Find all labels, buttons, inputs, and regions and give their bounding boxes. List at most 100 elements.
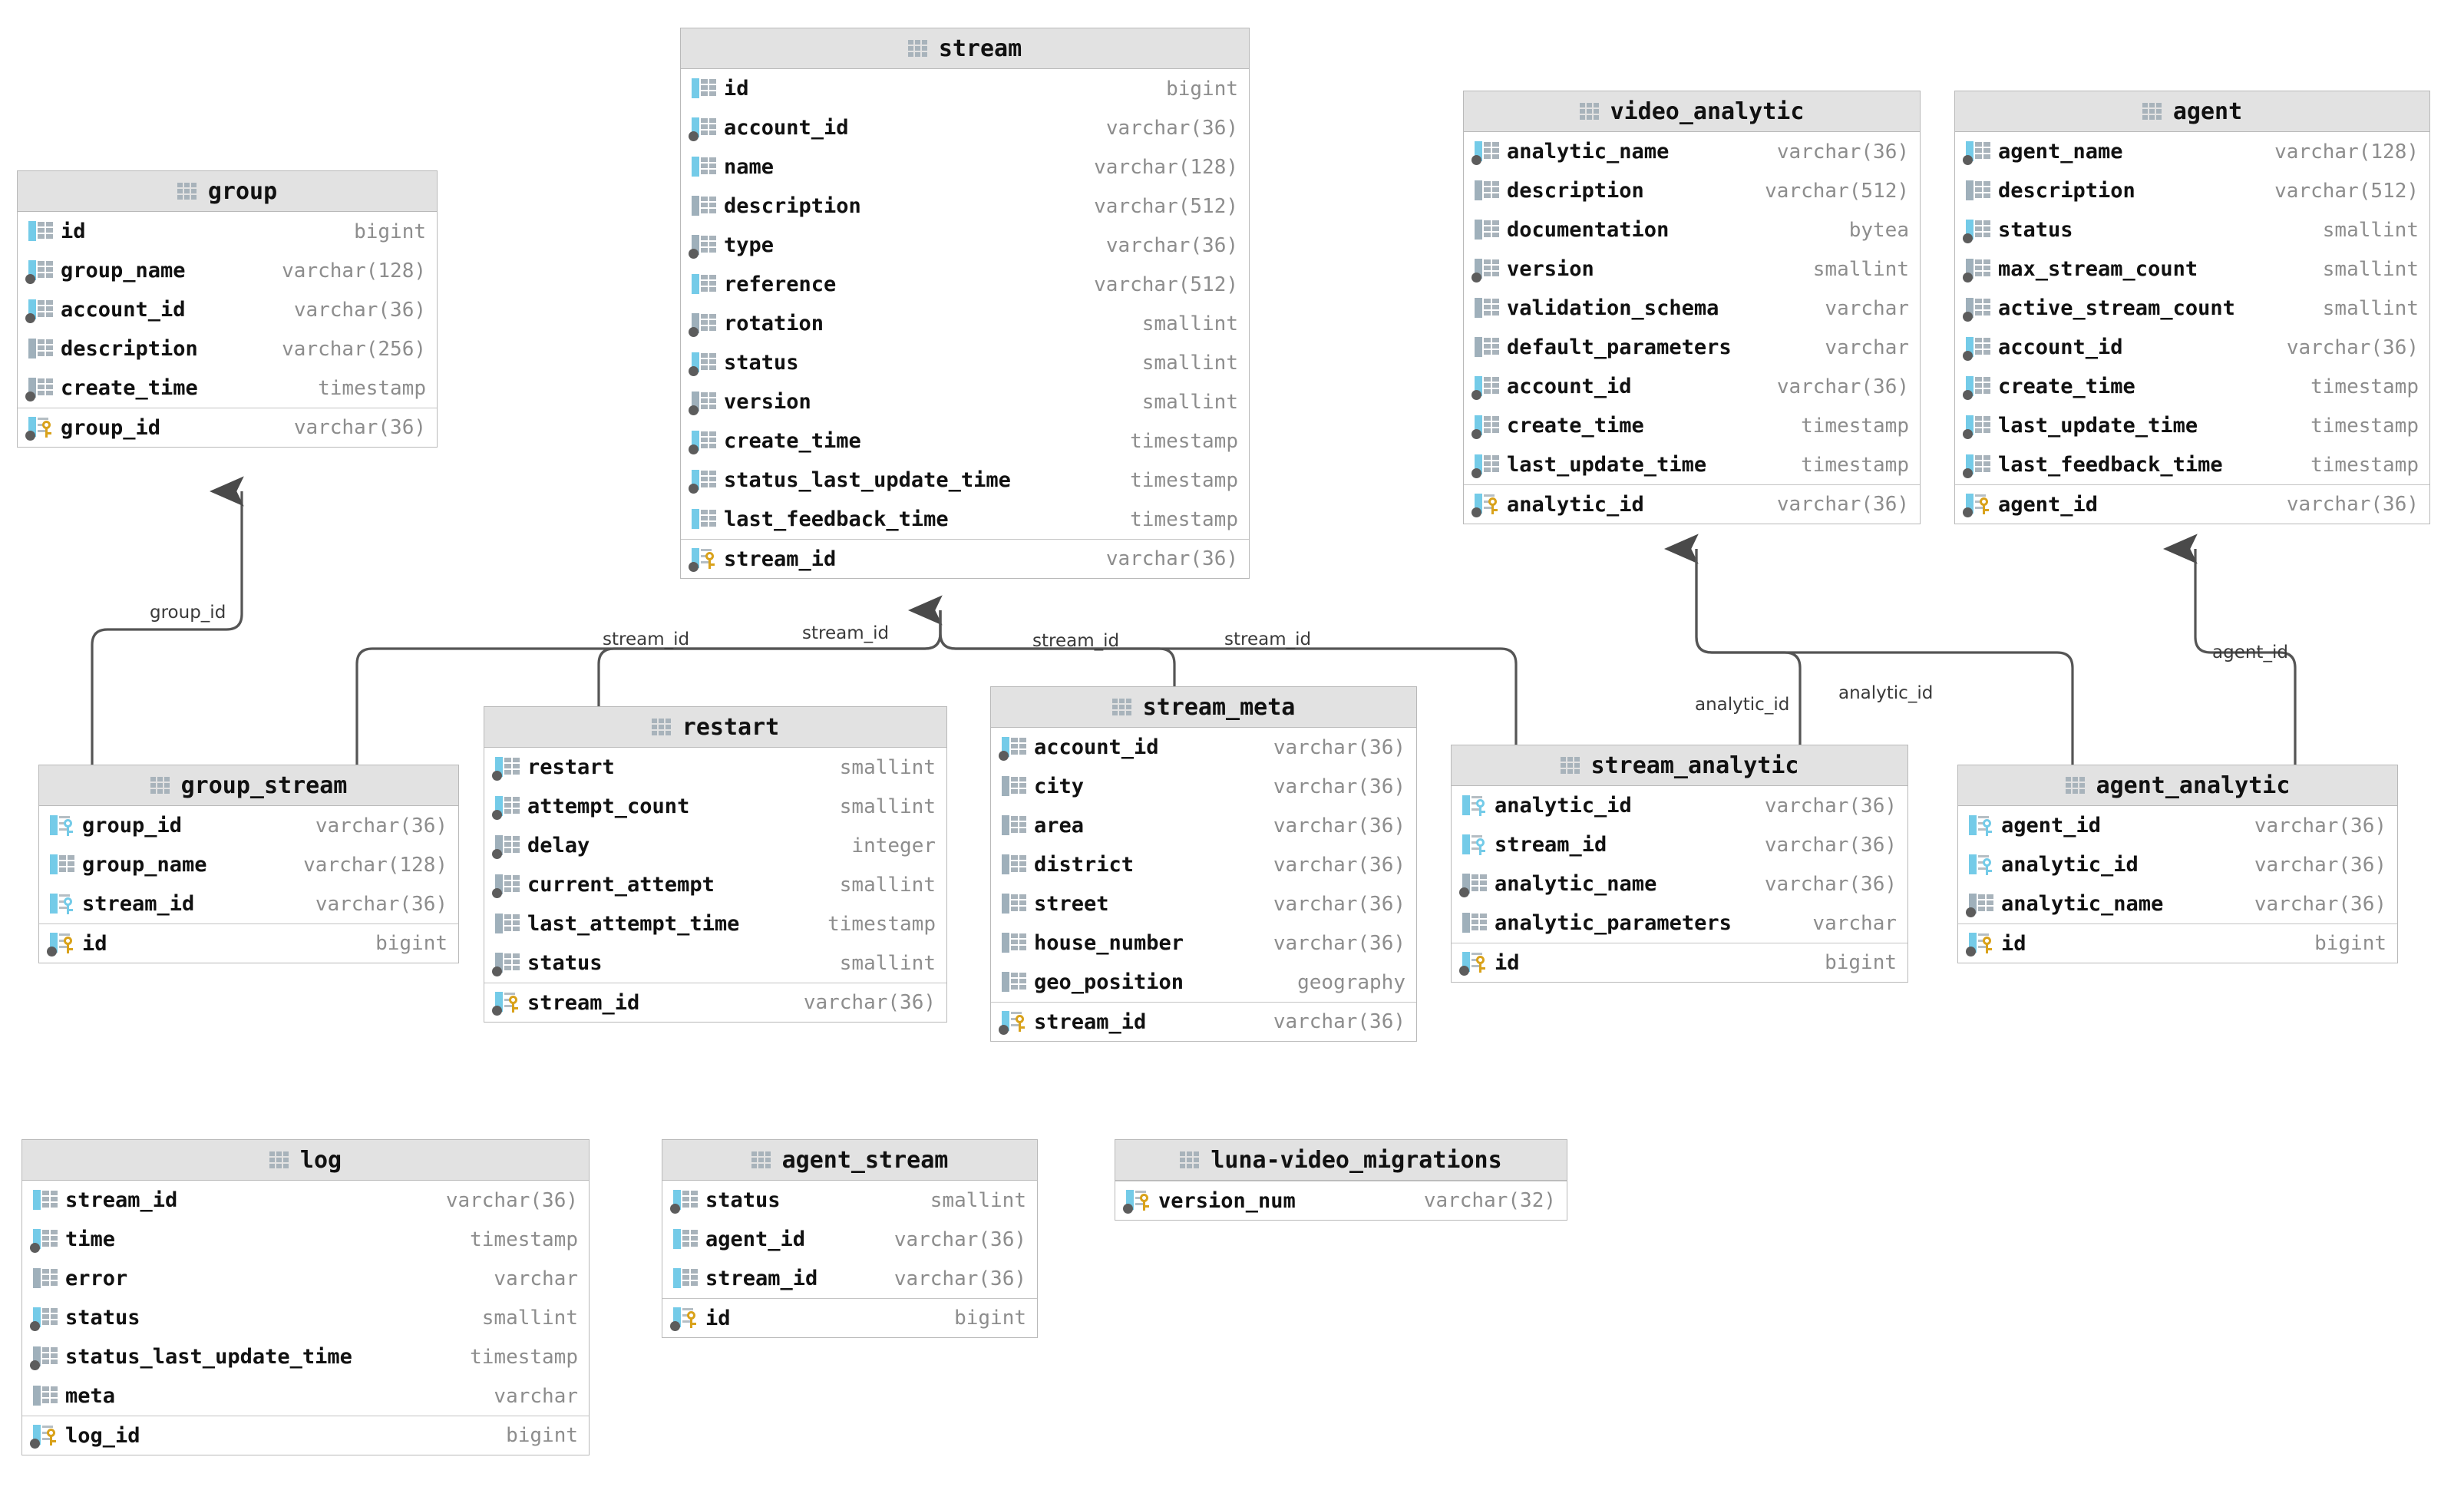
- table-row[interactable]: status smallint: [662, 1181, 1037, 1220]
- table-header[interactable]: stream_meta: [991, 687, 1416, 728]
- table-row[interactable]: description varchar(512): [1464, 171, 1920, 210]
- primary-key-row[interactable]: analytic_id varchar(36): [1464, 484, 1920, 524]
- table-row[interactable]: version smallint: [681, 382, 1249, 421]
- table-row[interactable]: last_attempt_time timestamp: [484, 904, 946, 943]
- table-header[interactable]: agent_stream: [662, 1140, 1037, 1181]
- table-row[interactable]: account_id varchar(36): [18, 290, 437, 329]
- table-row[interactable]: description varchar(512): [1955, 171, 2429, 210]
- table-row[interactable]: stream_id varchar(36): [1452, 825, 1907, 864]
- table-row[interactable]: status smallint: [1955, 210, 2429, 249]
- table-row[interactable]: stream_id varchar(36): [22, 1181, 589, 1220]
- table-row[interactable]: account_id varchar(36): [1955, 328, 2429, 367]
- table-row[interactable]: error varchar: [22, 1259, 589, 1298]
- table-row[interactable]: analytic_parameters varchar: [1452, 904, 1907, 943]
- table-header[interactable]: restart: [484, 707, 946, 748]
- table-row[interactable]: attempt_count smallint: [484, 787, 946, 826]
- table-row[interactable]: id bigint: [681, 69, 1249, 108]
- table-header[interactable]: agent_analytic: [1958, 765, 2397, 806]
- table-row[interactable]: status_last_update_time timestamp: [22, 1337, 589, 1376]
- table-video_analytic[interactable]: video_analytic analytic_name varchar(36) de…: [1463, 91, 1921, 524]
- table-row[interactable]: analytic_name varchar(36): [1958, 884, 2397, 923]
- table-row[interactable]: stream_id varchar(36): [39, 884, 458, 923]
- table-row[interactable]: meta varchar: [22, 1376, 589, 1416]
- table-group[interactable]: group id bigint group_name varchar(128) accou…: [17, 170, 438, 448]
- table-header[interactable]: log: [22, 1140, 589, 1181]
- table-restart[interactable]: restart restart smallint attempt_count small…: [484, 706, 947, 1023]
- table-header[interactable]: group_stream: [39, 765, 458, 806]
- table-log[interactable]: log stream_id varchar(36) time timestamp erro…: [21, 1139, 590, 1455]
- table-row[interactable]: city varchar(36): [991, 767, 1416, 806]
- table-row[interactable]: delay integer: [484, 826, 946, 865]
- table-row[interactable]: default_parameters varchar: [1464, 328, 1920, 367]
- table-stream_meta[interactable]: stream_meta account_id varchar(36) city varc…: [990, 686, 1417, 1042]
- table-row[interactable]: status smallint: [22, 1298, 589, 1337]
- table-row[interactable]: area varchar(36): [991, 806, 1416, 845]
- primary-key-row[interactable]: id bigint: [662, 1298, 1037, 1337]
- table-row[interactable]: geo_position geography: [991, 963, 1416, 1002]
- table-row[interactable]: max_stream_count smallint: [1955, 249, 2429, 289]
- table-header[interactable]: group: [18, 171, 437, 212]
- table-row[interactable]: agent_id varchar(36): [662, 1220, 1037, 1259]
- table-row[interactable]: agent_name varchar(128): [1955, 132, 2429, 171]
- table-row[interactable]: account_id varchar(36): [991, 728, 1416, 767]
- table-agent_stream[interactable]: agent_stream status smallint agent_id varcha…: [662, 1139, 1038, 1338]
- table-row[interactable]: validation_schema varchar: [1464, 289, 1920, 328]
- table-row[interactable]: create_time timestamp: [1955, 367, 2429, 406]
- table-row[interactable]: create_time timestamp: [681, 421, 1249, 461]
- table-luna_video_migrations[interactable]: luna-video_migrations version_num varchar(…: [1115, 1139, 1567, 1221]
- table-header[interactable]: stream_analytic: [1452, 745, 1907, 786]
- table-row[interactable]: documentation bytea: [1464, 210, 1920, 249]
- table-row[interactable]: analytic_id varchar(36): [1452, 786, 1907, 825]
- table-row[interactable]: last_update_time timestamp: [1955, 406, 2429, 445]
- primary-key-row[interactable]: group_id varchar(36): [18, 408, 437, 447]
- table-stream_analytic[interactable]: stream_analytic analytic_id varchar(36) str…: [1451, 745, 1908, 983]
- table-row[interactable]: last_update_time timestamp: [1464, 445, 1920, 484]
- table-row[interactable]: create_time timestamp: [18, 368, 437, 408]
- table-row[interactable]: street varchar(36): [991, 884, 1416, 923]
- table-row[interactable]: account_id varchar(36): [681, 108, 1249, 147]
- table-row[interactable]: description varchar(512): [681, 187, 1249, 226]
- primary-key-row[interactable]: stream_id varchar(36): [991, 1002, 1416, 1041]
- table-row[interactable]: status_last_update_time timestamp: [681, 461, 1249, 500]
- table-row[interactable]: restart smallint: [484, 748, 946, 787]
- table-row[interactable]: analytic_id varchar(36): [1958, 845, 2397, 884]
- table-row[interactable]: analytic_name varchar(36): [1452, 864, 1907, 904]
- table-row[interactable]: house_number varchar(36): [991, 923, 1416, 963]
- table-header[interactable]: luna-video_migrations: [1115, 1140, 1567, 1181]
- table-row[interactable]: status smallint: [681, 343, 1249, 382]
- table-row[interactable]: last_feedback_time timestamp: [1955, 445, 2429, 484]
- table-row[interactable]: time timestamp: [22, 1220, 589, 1259]
- table-header[interactable]: agent: [1955, 91, 2429, 132]
- table-row[interactable]: id bigint: [18, 212, 437, 251]
- table-header[interactable]: stream: [681, 28, 1249, 69]
- primary-key-row[interactable]: stream_id varchar(36): [681, 539, 1249, 578]
- table-header[interactable]: video_analytic: [1464, 91, 1920, 132]
- table-row[interactable]: rotation smallint: [681, 304, 1249, 343]
- table-row[interactable]: agent_id varchar(36): [1958, 806, 2397, 845]
- table-group_stream[interactable]: group_stream group_id varchar(36) group_nam…: [38, 765, 459, 963]
- table-row[interactable]: type varchar(36): [681, 226, 1249, 265]
- table-row[interactable]: version smallint: [1464, 249, 1920, 289]
- primary-key-row[interactable]: id bigint: [1958, 923, 2397, 963]
- table-agent_analytic[interactable]: agent_analytic agent_id varchar(36) analyti…: [1957, 765, 2398, 963]
- table-row[interactable]: last_feedback_time timestamp: [681, 500, 1249, 539]
- table-row[interactable]: district varchar(36): [991, 845, 1416, 884]
- table-row[interactable]: group_name varchar(128): [18, 251, 437, 290]
- table-row[interactable]: group_id varchar(36): [39, 806, 458, 845]
- primary-key-row[interactable]: version_num varchar(32): [1115, 1181, 1567, 1220]
- table-row[interactable]: description varchar(256): [18, 329, 437, 368]
- table-row[interactable]: reference varchar(512): [681, 265, 1249, 304]
- primary-key-row[interactable]: log_id bigint: [22, 1416, 589, 1455]
- table-row[interactable]: status smallint: [484, 943, 946, 983]
- primary-key-row[interactable]: id bigint: [1452, 943, 1907, 982]
- table-row[interactable]: create_time timestamp: [1464, 406, 1920, 445]
- primary-key-row[interactable]: stream_id varchar(36): [484, 983, 946, 1022]
- table-row[interactable]: analytic_name varchar(36): [1464, 132, 1920, 171]
- table-row[interactable]: stream_id varchar(36): [662, 1259, 1037, 1298]
- table-stream[interactable]: stream id bigint account_id varchar(36) name v…: [680, 28, 1250, 579]
- primary-key-row[interactable]: id bigint: [39, 923, 458, 963]
- primary-key-row[interactable]: agent_id varchar(36): [1955, 484, 2429, 524]
- table-row[interactable]: group_name varchar(128): [39, 845, 458, 884]
- table-agent[interactable]: agent agent_name varchar(128) description va…: [1954, 91, 2430, 524]
- table-row[interactable]: account_id varchar(36): [1464, 367, 1920, 406]
